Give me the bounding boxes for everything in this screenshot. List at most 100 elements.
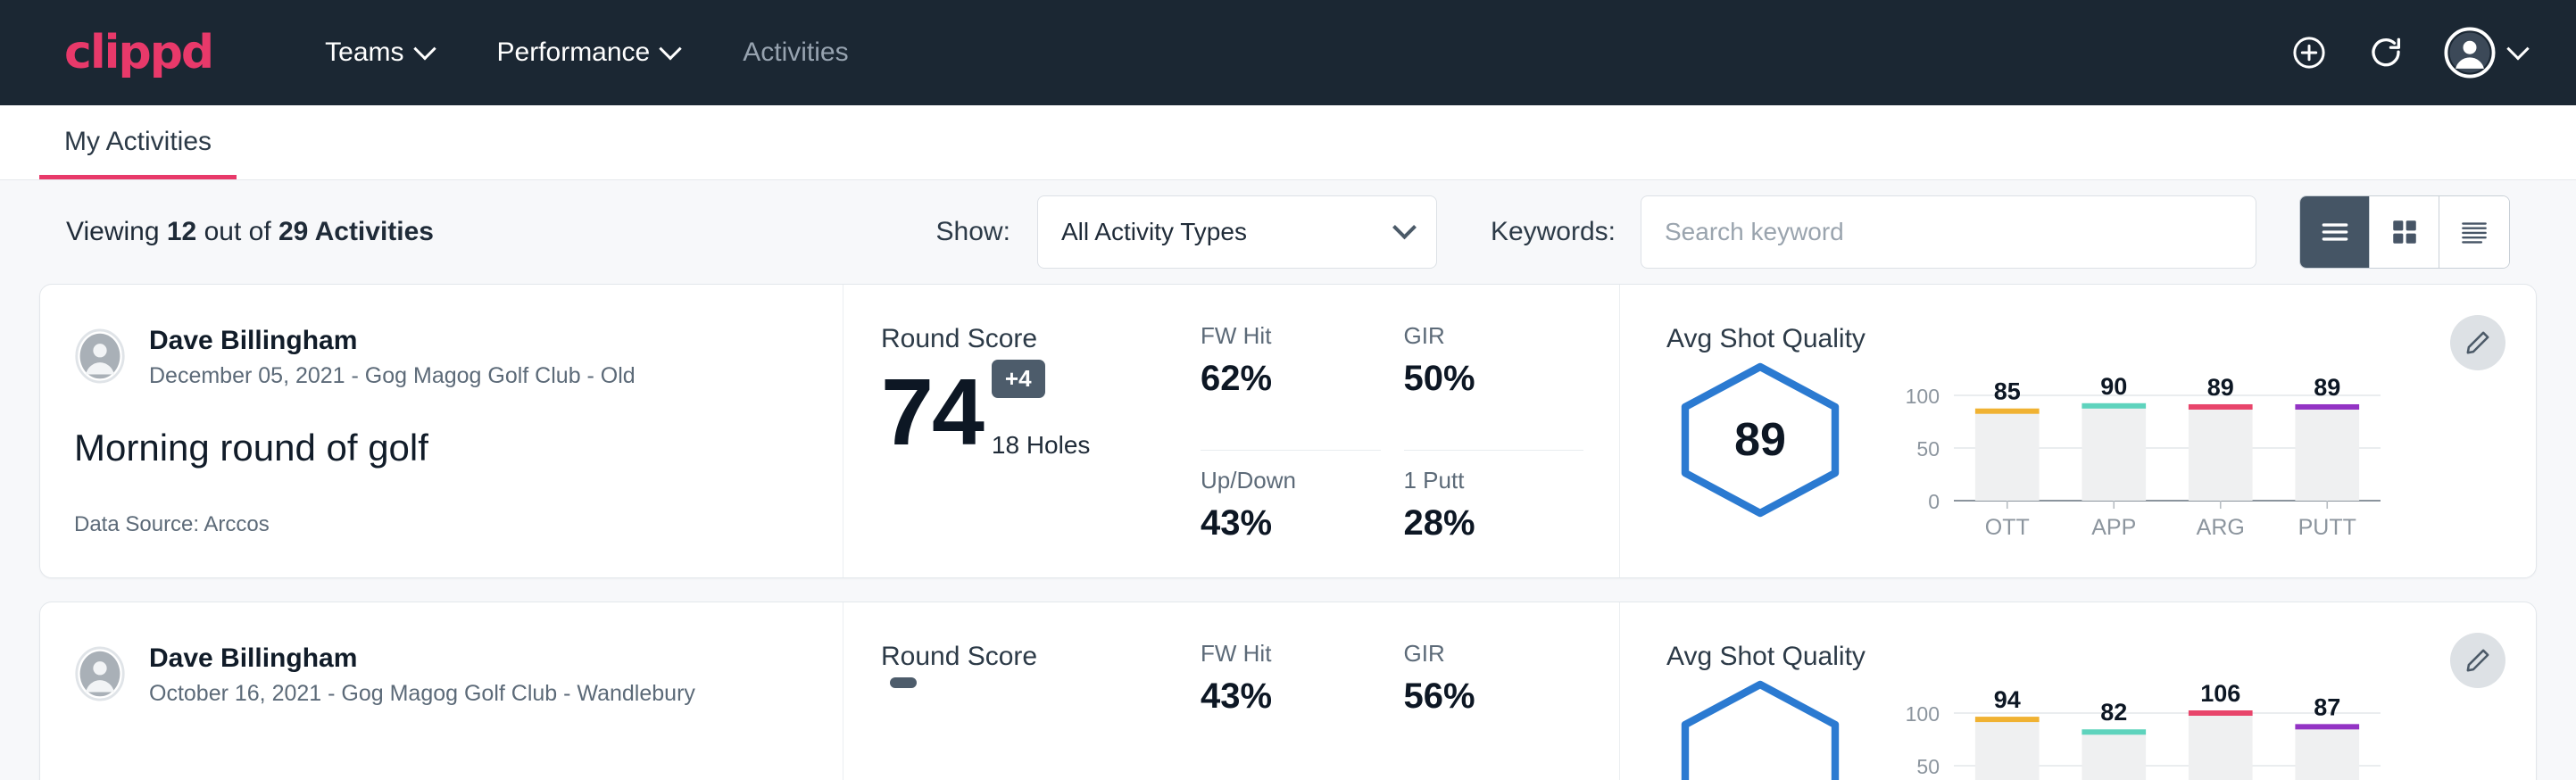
- chevron-down-icon: [2506, 37, 2529, 60]
- viewing-count: 12: [167, 217, 196, 246]
- account-avatar[interactable]: [2444, 27, 2526, 79]
- activity-type-select[interactable]: All Activity Types: [1037, 195, 1437, 269]
- holes-label: 18 Holes: [992, 431, 1091, 460]
- stat-up-down-label: Up/Down: [1201, 467, 1365, 494]
- stat-fw-hit: FW Hit 43%: [1201, 640, 1381, 780]
- player-name: Dave Billingham: [149, 324, 636, 358]
- stat-up-down: Up/Down 43%: [1201, 451, 1381, 578]
- nav-item-performance[interactable]: Performance: [465, 37, 711, 68]
- round-score-row: 74 +4 18 Holes: [881, 360, 1201, 460]
- round-score-block: Round Score: [843, 602, 1201, 780]
- activity-card[interactable]: Dave Billingham December 05, 2021 - Gog …: [39, 284, 2537, 578]
- round-score-block: Round Score 74 +4 18 Holes: [843, 285, 1201, 577]
- avatar: [74, 646, 126, 701]
- svg-text:89: 89: [2314, 374, 2340, 401]
- score-to-par-badge: [890, 677, 917, 688]
- activity-card[interactable]: Dave Billingham October 16, 2021 - Gog M…: [39, 602, 2537, 780]
- nav-item-activities[interactable]: Activities: [710, 37, 880, 68]
- stat-fw-hit-value: 43%: [1201, 676, 1365, 717]
- bar-chart-svg: 05010094OTT82APP106ARG87PUTT: [1890, 683, 2389, 780]
- stat-fw-hit: FW Hit 62%: [1201, 322, 1381, 451]
- shot-quality-bar-chart: 05010085OTT90APP89ARG89PUTT: [1890, 360, 2389, 548]
- tab-my-activities[interactable]: My Activities: [39, 127, 237, 179]
- stat-fw-hit-label: FW Hit: [1201, 322, 1365, 350]
- avg-shot-quality-block: Avg Shot Quality 89 05010085OTT90APP89AR…: [1620, 285, 2536, 577]
- score-to-par-badge: +4: [992, 360, 1045, 398]
- stat-gir-value: 56%: [1404, 676, 1568, 717]
- viewing-prefix: Viewing: [66, 217, 160, 246]
- shot-quality-bar-chart: 05010094OTT82APP106ARG87PUTT: [1890, 677, 2389, 780]
- top-navigation-bar: clippd Teams Performance Activities: [0, 0, 2576, 105]
- chevron-down-icon: [1392, 215, 1417, 239]
- tab-bar: My Activities: [0, 105, 2576, 180]
- stat-gir-value: 50%: [1404, 359, 1568, 399]
- keywords-label: Keywords:: [1491, 217, 1616, 247]
- nav-item-activities-label: Activities: [743, 37, 848, 68]
- svg-text:0: 0: [1928, 490, 1940, 513]
- search-input[interactable]: [1641, 195, 2256, 269]
- stat-gir-label: GIR: [1404, 322, 1568, 350]
- stat-fw-hit-label: FW Hit: [1201, 640, 1365, 668]
- svg-text:APP: APP: [2091, 515, 2136, 540]
- activity-meta: October 16, 2021 - Gog Magog Golf Club -…: [149, 681, 695, 707]
- edit-activity-button[interactable]: [2450, 633, 2505, 688]
- shot-quality-value: 89: [1734, 413, 1786, 467]
- avg-shot-quality-label: Avg Shot Quality: [1666, 324, 2536, 354]
- avatar: [74, 328, 126, 384]
- svg-text:100: 100: [1906, 702, 1940, 726]
- svg-text:106: 106: [2200, 683, 2240, 707]
- edit-activity-button[interactable]: [2450, 315, 2505, 370]
- refresh-icon[interactable]: [2367, 34, 2405, 71]
- player-info: Dave Billingham October 16, 2021 - Gog M…: [149, 642, 695, 707]
- round-score-row: [881, 677, 1201, 777]
- activity-data-source: Data Source: Arccos: [74, 512, 843, 537]
- svg-text:OTT: OTT: [1985, 515, 2030, 540]
- avg-shot-quality-label: Avg Shot Quality: [1666, 642, 2536, 672]
- add-circle-icon[interactable]: [2290, 34, 2328, 71]
- round-score-label: Round Score: [881, 642, 1201, 672]
- page-content: Viewing 12 out of 29 Activities Show: Al…: [0, 180, 2576, 780]
- activity-title: Morning round of golf: [74, 427, 843, 469]
- svg-text:89: 89: [2207, 374, 2234, 401]
- svg-text:50: 50: [1916, 755, 1940, 778]
- brand-logo[interactable]: clippd: [64, 29, 212, 76]
- nav-item-performance-label: Performance: [497, 37, 651, 68]
- stat-gir: GIR 56%: [1404, 640, 1584, 780]
- chevron-down-icon: [413, 37, 436, 60]
- player-row: Dave Billingham October 16, 2021 - Gog M…: [74, 642, 843, 707]
- avg-shot-quality-block: Avg Shot Quality 05010094OTT82APP106ARG8…: [1620, 602, 2536, 780]
- stat-fw-hit-value: 62%: [1201, 359, 1365, 399]
- stat-one-putt-value: 28%: [1404, 503, 1568, 544]
- svg-text:PUTT: PUTT: [2298, 515, 2356, 540]
- shot-quality-hexagon: 89: [1666, 360, 1854, 520]
- player-name: Dave Billingham: [149, 642, 695, 676]
- round-stats-grid: FW Hit 62% GIR 50% Up/Down 43% 1 Putt 28…: [1201, 285, 1620, 577]
- nav-item-teams[interactable]: Teams: [293, 37, 464, 68]
- viewing-count-text: Viewing 12 out of 29 Activities: [66, 217, 434, 247]
- stat-gir-label: GIR: [1404, 640, 1568, 668]
- stat-up-down-value: 43%: [1201, 503, 1365, 544]
- round-score-value: 74: [881, 365, 983, 460]
- shot-quality-hexagon: [1666, 677, 1854, 780]
- player-row: Dave Billingham December 05, 2021 - Gog …: [74, 324, 843, 389]
- activity-type-select-value: All Activity Types: [1061, 218, 1247, 246]
- grid-view-button[interactable]: [2370, 196, 2439, 268]
- svg-text:50: 50: [1916, 437, 1940, 461]
- chevron-down-icon: [660, 37, 682, 60]
- filter-bar: Viewing 12 out of 29 Activities Show: Al…: [39, 180, 2537, 284]
- compact-view-button[interactable]: [2439, 196, 2509, 268]
- svg-text:85: 85: [1994, 378, 2021, 405]
- filter-controls: Show: All Activity Types Keywords:: [936, 195, 2510, 269]
- stat-gir: GIR 50%: [1404, 322, 1584, 451]
- primary-nav: Teams Performance Activities: [293, 37, 880, 68]
- svg-text:100: 100: [1906, 385, 1940, 408]
- nav-actions: [2290, 27, 2526, 79]
- activity-summary: Dave Billingham October 16, 2021 - Gog M…: [40, 602, 843, 780]
- stat-one-putt: 1 Putt 28%: [1404, 451, 1584, 578]
- viewing-total: 29 Activities: [278, 217, 434, 246]
- svg-text:90: 90: [2100, 373, 2127, 400]
- list-view-button[interactable]: [2300, 196, 2370, 268]
- bar-chart-svg: 05010085OTT90APP89ARG89PUTT: [1890, 365, 2389, 544]
- svg-text:94: 94: [1994, 686, 2021, 713]
- show-label: Show:: [936, 217, 1010, 247]
